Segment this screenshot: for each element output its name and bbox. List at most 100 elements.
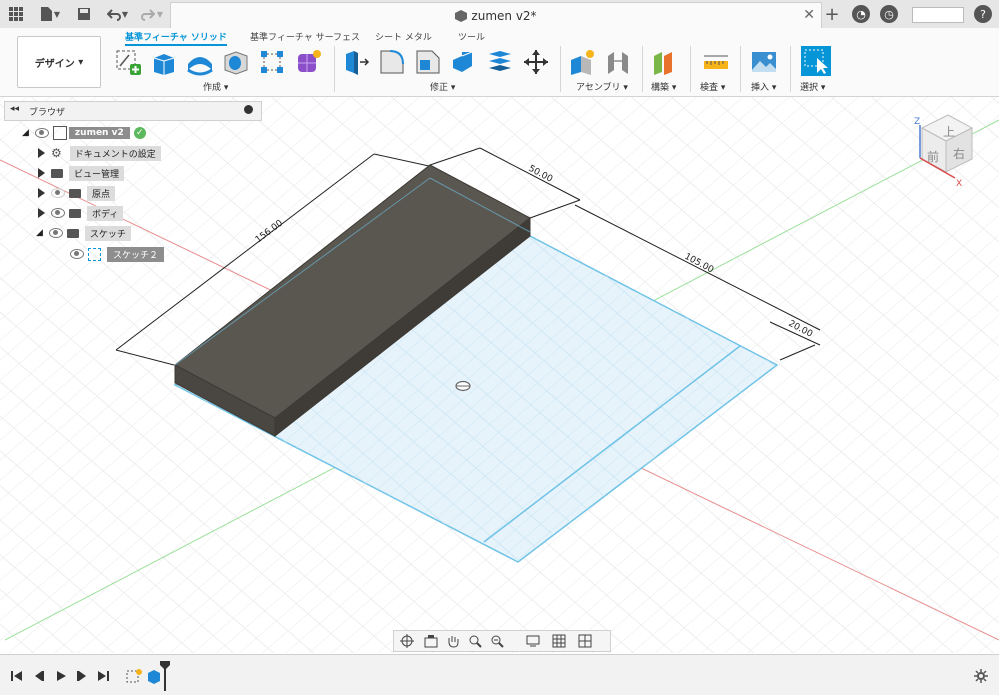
folder-icon (69, 188, 81, 198)
eye-hidden-icon[interactable] (51, 188, 65, 198)
timeline-settings-icon[interactable] (974, 669, 988, 683)
orbit-icon[interactable] (400, 634, 414, 648)
press-pull-icon[interactable] (342, 48, 370, 76)
insert-image-icon[interactable] (750, 48, 778, 76)
browser-item-origin[interactable]: 原点 (38, 185, 116, 201)
timeline-sketch-icon[interactable] (126, 668, 142, 684)
go-to-end-icon[interactable] (96, 669, 110, 683)
new-component-icon[interactable] (568, 48, 596, 76)
browser-item-sketch2[interactable]: スケッチ２ (70, 246, 165, 262)
go-to-start-icon[interactable] (10, 669, 24, 683)
eye-icon[interactable] (51, 208, 65, 218)
pan-icon[interactable] (446, 634, 460, 648)
folder-icon (69, 208, 81, 218)
browser-title: ブラウザ (29, 108, 66, 118)
document-settings-label: ドキュメントの設定 (69, 145, 161, 161)
document-icon (52, 126, 67, 140)
grid-settings-icon[interactable] (552, 634, 566, 648)
toolbar-ribbon: デザイン ▾ 基準フィーチャ ソリッド 基準フィーチャ サーフェス シート メタ… (0, 28, 999, 97)
eye-icon[interactable] (34, 128, 49, 138)
viewcube-right[interactable]: 右 (953, 146, 965, 161)
fillet-icon[interactable] (378, 48, 406, 76)
document-tab[interactable]: zumen v2* ✕ (170, 2, 822, 29)
sketch-icon (88, 247, 101, 261)
look-at-icon[interactable] (424, 634, 438, 648)
file-menu-chevron-icon[interactable]: ▼ (52, 4, 62, 24)
x-axis-label: X (956, 179, 962, 189)
eye-icon[interactable] (48, 228, 63, 238)
browser-item-sketches[interactable]: ◢ スケッチ (36, 225, 131, 241)
job-status-icon[interactable]: ◔ (852, 5, 870, 23)
close-icon[interactable]: ✕ (803, 7, 815, 23)
chamfer-icon[interactable] (414, 48, 442, 76)
workspace-switcher[interactable]: デザイン ▾ (17, 36, 101, 88)
expand-triangle-icon[interactable] (38, 208, 45, 218)
construct-group-label: 構築 (651, 83, 670, 93)
create-sketch-icon[interactable] (114, 48, 142, 76)
pattern-icon[interactable] (258, 48, 286, 76)
play-icon[interactable] (54, 669, 68, 683)
viewcube-front[interactable]: 前 (927, 149, 939, 164)
eye-icon[interactable] (70, 249, 84, 259)
design-canvas[interactable]: 156.00 50.00 105.00 20.00 上 前 右 Z X (0, 97, 999, 653)
folder-icon (66, 228, 79, 238)
hole-icon[interactable] (222, 48, 250, 76)
inspect-group-label: 検査 (700, 83, 719, 93)
tab-solid[interactable]: 基準フィーチャ ソリッド (125, 30, 227, 46)
sketches-label: スケッチ (84, 225, 131, 241)
measure-icon[interactable] (702, 48, 730, 76)
origin-icon[interactable] (455, 380, 471, 392)
browser-root[interactable]: ◢ zumen v2 ✓ (22, 125, 146, 141)
zoom-icon[interactable] (468, 634, 482, 648)
move-icon[interactable] (522, 48, 550, 76)
browser-panel-header[interactable]: ◂◂ ブラウザ (4, 101, 262, 121)
browser-item-named-views[interactable]: ビュー管理 (38, 165, 125, 181)
save-icon[interactable] (74, 4, 94, 24)
tab-sheet-metal[interactable]: シート メタル (375, 30, 432, 43)
canvas-viewport[interactable]: 156.00 50.00 105.00 20.00 上 前 右 Z X (0, 97, 999, 653)
workspace-label: デザイン (34, 58, 75, 70)
tab-tools[interactable]: ツール (458, 30, 485, 43)
timeline-marker-icon[interactable] (160, 661, 170, 691)
grid-icon[interactable] (6, 4, 26, 24)
fit-icon[interactable] (490, 634, 504, 648)
step-back-icon[interactable] (32, 669, 46, 683)
redo-chevron-icon[interactable]: ▼ (155, 4, 165, 24)
timeline (0, 654, 999, 695)
named-views-label: ビュー管理 (69, 165, 125, 181)
select-icon[interactable] (801, 46, 831, 76)
user-account-field[interactable] (912, 7, 964, 23)
display-settings-icon[interactable] (526, 634, 540, 648)
expand-triangle-icon[interactable] (38, 148, 45, 158)
insert-group-label: 挿入 (751, 83, 770, 93)
tab-surface[interactable]: 基準フィーチャ サーフェス (250, 30, 360, 43)
extrude-icon[interactable] (150, 48, 178, 76)
collapse-browser-icon[interactable]: ◂◂ (10, 104, 19, 114)
step-forward-icon[interactable] (75, 669, 89, 683)
expand-triangle-icon[interactable] (38, 168, 45, 178)
browser-item-bodies[interactable]: ボディ (38, 205, 124, 221)
shell-icon[interactable] (450, 48, 478, 76)
gear-icon: ⚙ (51, 146, 62, 160)
undo-chevron-icon[interactable]: ▼ (120, 4, 130, 24)
form-icon[interactable] (294, 48, 322, 76)
modify-group-label: 修正 (430, 83, 449, 93)
browser-item-document-settings[interactable]: ⚙ ドキュメントの設定 (38, 145, 161, 161)
select-group-label: 選択 (800, 83, 819, 93)
collapse-triangle-icon[interactable]: ◢ (22, 128, 29, 138)
collapse-triangle-icon[interactable]: ◢ (36, 228, 43, 238)
split-icon[interactable] (486, 48, 514, 76)
help-icon[interactable]: ? (974, 5, 992, 23)
expand-triangle-icon[interactable] (38, 188, 45, 198)
check-icon: ✓ (133, 127, 146, 139)
offset-plane-icon[interactable] (650, 48, 678, 76)
joint-icon[interactable] (604, 48, 632, 76)
minimize-browser-icon[interactable] (244, 105, 253, 114)
history-icon[interactable]: ◷ (880, 5, 898, 23)
navigation-bar (393, 630, 611, 652)
revolve-icon[interactable] (186, 48, 214, 76)
viewports-icon[interactable] (578, 634, 592, 648)
origin-label: 原点 (87, 185, 116, 201)
viewcube-top[interactable]: 上 (943, 125, 955, 139)
plus-icon[interactable]: + (822, 4, 842, 25)
